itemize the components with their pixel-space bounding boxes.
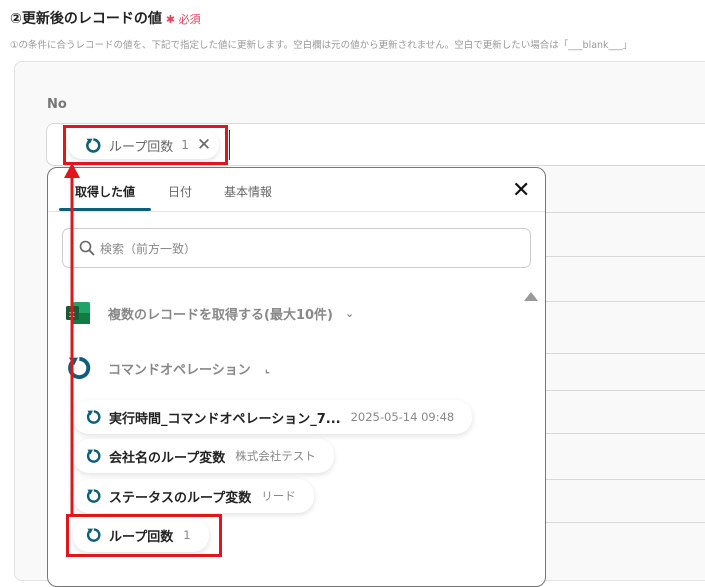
list-item[interactable]: 実行時間_コマンドオペレーション_7... 2025-05-14 09:48 bbox=[73, 400, 473, 434]
divider bbox=[546, 433, 705, 434]
group-get-records[interactable]: x 複数のレコードを取得する(最大10件) ⌄ bbox=[65, 301, 354, 325]
chevron-down-icon: ⌄ bbox=[344, 306, 355, 320]
divider bbox=[546, 479, 705, 480]
divider bbox=[546, 353, 705, 354]
annotation-highlight-box bbox=[63, 125, 228, 165]
group-command-operation[interactable]: コマンドオペレーション ⌞ bbox=[65, 354, 270, 382]
item-value: リード bbox=[261, 489, 296, 503]
item-label: 実行時間_コマンドオペレーション_7... bbox=[109, 411, 341, 427]
annotation-arrow bbox=[64, 163, 80, 516]
loop-icon bbox=[86, 489, 101, 503]
scroll-up-arrow[interactable] bbox=[524, 292, 538, 301]
search-input[interactable]: 検索（前方一致） bbox=[62, 228, 531, 268]
item-value: 2025-05-14 09:48 bbox=[350, 410, 455, 424]
group-label: コマンドオペレーション bbox=[108, 362, 251, 378]
tab-basic-info[interactable]: 基本情報 bbox=[224, 183, 272, 200]
tab-date[interactable]: 日付 bbox=[168, 183, 192, 200]
field-label: No bbox=[47, 97, 67, 112]
loop-icon bbox=[86, 410, 101, 424]
expanded-icon: ⌞ bbox=[264, 361, 270, 375]
section-description: ①の条件に合うレコードの値を、下記で指定した値に更新します。空白欄は元の値から更… bbox=[10, 40, 633, 51]
item-label: ステータスのループ変数 bbox=[109, 490, 252, 506]
divider bbox=[546, 256, 705, 257]
item-label: 会社名のループ変数 bbox=[109, 450, 226, 466]
divider bbox=[546, 522, 705, 523]
text-cursor bbox=[229, 130, 230, 160]
search-placeholder: 検索（前方一致） bbox=[100, 241, 197, 256]
divider bbox=[546, 212, 705, 213]
required-badge: ✱ 必須 bbox=[165, 13, 201, 26]
group-label: 複数のレコードを取得する(最大10件) bbox=[108, 307, 333, 323]
divider bbox=[546, 390, 705, 391]
annotation-highlight-box bbox=[66, 514, 222, 557]
list-item[interactable]: 会社名のループ変数 株式会社テスト bbox=[73, 439, 334, 473]
list-item[interactable]: ステータスのループ変数 リード bbox=[73, 479, 314, 513]
loop-icon bbox=[86, 449, 101, 463]
divider bbox=[546, 301, 705, 302]
close-icon[interactable]: ✕ bbox=[512, 178, 530, 203]
item-value: 株式会社テスト bbox=[235, 449, 316, 463]
section-title: ②更新後のレコードの値 ✱ 必須 bbox=[10, 11, 201, 27]
tab-divider bbox=[48, 211, 545, 212]
